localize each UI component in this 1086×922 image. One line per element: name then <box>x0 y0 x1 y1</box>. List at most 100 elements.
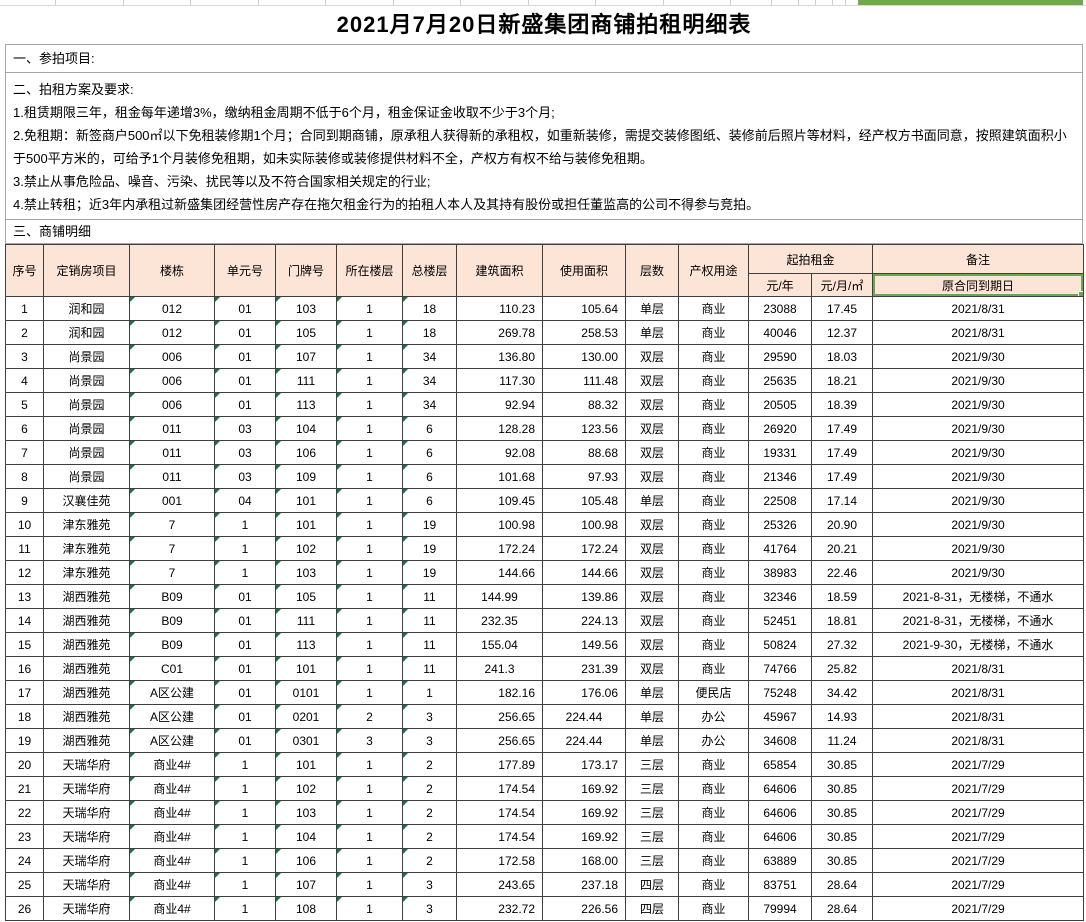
cell-layers[interactable]: 单层 <box>626 321 679 345</box>
cell-built-area[interactable]: 172.24 <box>457 537 543 561</box>
cell-rent-year[interactable]: 26920 <box>749 417 812 441</box>
cell-project[interactable]: 天瑞华府 <box>44 777 130 801</box>
cell-layers[interactable]: 单层 <box>626 489 679 513</box>
cell-usage[interactable]: 商业 <box>679 585 749 609</box>
cell-remark[interactable]: 2021-8-31，无楼梯，不通水 <box>873 609 1084 633</box>
cell-rent-year[interactable]: 29590 <box>749 345 812 369</box>
cell-used-area[interactable]: 88.68 <box>543 441 626 465</box>
cell-seq[interactable]: 17 <box>6 681 44 705</box>
cell-project[interactable]: 尚景园 <box>44 465 130 489</box>
cell-project[interactable]: 尚景园 <box>44 441 130 465</box>
cell-used-area[interactable]: 224.44 <box>543 705 626 729</box>
cell-rent-month[interactable]: 12.37 <box>812 321 873 345</box>
cell-built-area[interactable]: 256.65 <box>457 705 543 729</box>
cell-rent-month[interactable]: 25.82 <box>812 657 873 681</box>
cell-built-area[interactable]: 117.30 <box>457 369 543 393</box>
cell-rent-month[interactable]: 17.49 <box>812 441 873 465</box>
cell-total-floors[interactable]: 34 <box>403 345 457 369</box>
cell-total-floors[interactable]: 18 <box>403 297 457 321</box>
cell-building[interactable]: 011 <box>130 465 215 489</box>
cell-seq[interactable]: 3 <box>6 345 44 369</box>
col-header-rent-year[interactable]: 元/年 <box>749 274 812 297</box>
cell-rent-month[interactable]: 30.85 <box>812 777 873 801</box>
cell-rent-year[interactable]: 64606 <box>749 825 812 849</box>
cell-project[interactable]: 天瑞华府 <box>44 897 130 921</box>
cell-project[interactable]: 润和园 <box>44 297 130 321</box>
cell-rent-month[interactable]: 18.81 <box>812 609 873 633</box>
cell-total-floors[interactable]: 18 <box>403 321 457 345</box>
cell-usage[interactable]: 商业 <box>679 657 749 681</box>
cell-remark[interactable]: 2021/8/31 <box>873 297 1084 321</box>
cell-usage[interactable]: 商业 <box>679 489 749 513</box>
cell-total-floors[interactable]: 11 <box>403 657 457 681</box>
cell-usage[interactable]: 商业 <box>679 801 749 825</box>
section-participate-cell[interactable]: 一、参拍项目: <box>5 45 1083 73</box>
cell-unit[interactable]: 1 <box>215 513 276 537</box>
cell-usage[interactable]: 商业 <box>679 345 749 369</box>
cell-total-floors[interactable]: 6 <box>403 465 457 489</box>
cell-unit[interactable]: 03 <box>215 465 276 489</box>
cell-usage[interactable]: 商业 <box>679 369 749 393</box>
cell-remark[interactable]: 2021/9/30 <box>873 537 1084 561</box>
cell-seq[interactable]: 21 <box>6 777 44 801</box>
cell-layers[interactable]: 双层 <box>626 537 679 561</box>
cell-project[interactable]: 润和园 <box>44 321 130 345</box>
cell-seq[interactable]: 14 <box>6 609 44 633</box>
cell-project[interactable]: 尚景园 <box>44 393 130 417</box>
col-header-layers[interactable]: 层数 <box>626 245 679 297</box>
cell-door[interactable]: 107 <box>276 345 337 369</box>
col-header-used-area[interactable]: 使用面积 <box>543 245 626 297</box>
cell-rent-year[interactable]: 34608 <box>749 729 812 753</box>
cell-remark[interactable]: 2021/7/29 <box>873 897 1084 921</box>
cell-floor[interactable]: 1 <box>337 801 403 825</box>
cell-floor[interactable]: 1 <box>337 681 403 705</box>
cell-rent-month[interactable]: 34.42 <box>812 681 873 705</box>
cell-unit[interactable]: 01 <box>215 705 276 729</box>
cell-used-area[interactable]: 169.92 <box>543 801 626 825</box>
cell-remark[interactable]: 2021/8/31 <box>873 321 1084 345</box>
cell-project[interactable]: 尚景园 <box>44 345 130 369</box>
cell-rent-year[interactable]: 25635 <box>749 369 812 393</box>
cell-used-area[interactable]: 224.44 <box>543 729 626 753</box>
cell-floor[interactable]: 1 <box>337 537 403 561</box>
cell-project[interactable]: 天瑞华府 <box>44 825 130 849</box>
cell-building[interactable]: 商业4# <box>130 825 215 849</box>
cell-floor[interactable]: 1 <box>337 825 403 849</box>
cell-total-floors[interactable]: 34 <box>403 369 457 393</box>
cell-built-area[interactable]: 92.94 <box>457 393 543 417</box>
col-header-built-area[interactable]: 建筑面积 <box>457 245 543 297</box>
cell-floor[interactable]: 1 <box>337 633 403 657</box>
cell-rent-year[interactable]: 64606 <box>749 777 812 801</box>
cell-rent-year[interactable]: 64606 <box>749 801 812 825</box>
cell-project[interactable]: 津东雅苑 <box>44 513 130 537</box>
cell-project[interactable]: 津东雅苑 <box>44 537 130 561</box>
cell-built-area[interactable]: 172.58 <box>457 849 543 873</box>
cell-used-area[interactable]: 144.66 <box>543 561 626 585</box>
cell-door[interactable]: 104 <box>276 417 337 441</box>
cell-remark[interactable]: 2021/7/29 <box>873 873 1084 897</box>
col-header-door[interactable]: 门牌号 <box>276 245 337 297</box>
cell-floor[interactable]: 1 <box>337 369 403 393</box>
cell-usage[interactable]: 办公 <box>679 705 749 729</box>
cell-remark[interactable]: 2021/7/29 <box>873 753 1084 777</box>
cell-seq[interactable]: 8 <box>6 465 44 489</box>
cell-built-area[interactable]: 256.65 <box>457 729 543 753</box>
cell-usage[interactable]: 商业 <box>679 609 749 633</box>
cell-building[interactable]: B09 <box>130 585 215 609</box>
cell-rent-year[interactable]: 21346 <box>749 465 812 489</box>
cell-unit[interactable]: 01 <box>215 609 276 633</box>
cell-remark[interactable]: 2021/9/30 <box>873 561 1084 585</box>
cell-building[interactable]: 011 <box>130 441 215 465</box>
cell-used-area[interactable]: 130.00 <box>543 345 626 369</box>
cell-built-area[interactable]: 155.04 <box>457 633 543 657</box>
cell-rent-month[interactable]: 17.49 <box>812 417 873 441</box>
cell-rent-year[interactable]: 32346 <box>749 585 812 609</box>
cell-building[interactable]: 商业4# <box>130 897 215 921</box>
cell-used-area[interactable]: 172.24 <box>543 537 626 561</box>
cell-seq[interactable]: 10 <box>6 513 44 537</box>
cell-rent-month[interactable]: 17.49 <box>812 465 873 489</box>
cell-unit[interactable]: 01 <box>215 729 276 753</box>
cell-usage[interactable]: 商业 <box>679 825 749 849</box>
cell-project[interactable]: 湖西雅苑 <box>44 585 130 609</box>
cell-project[interactable]: 津东雅苑 <box>44 561 130 585</box>
